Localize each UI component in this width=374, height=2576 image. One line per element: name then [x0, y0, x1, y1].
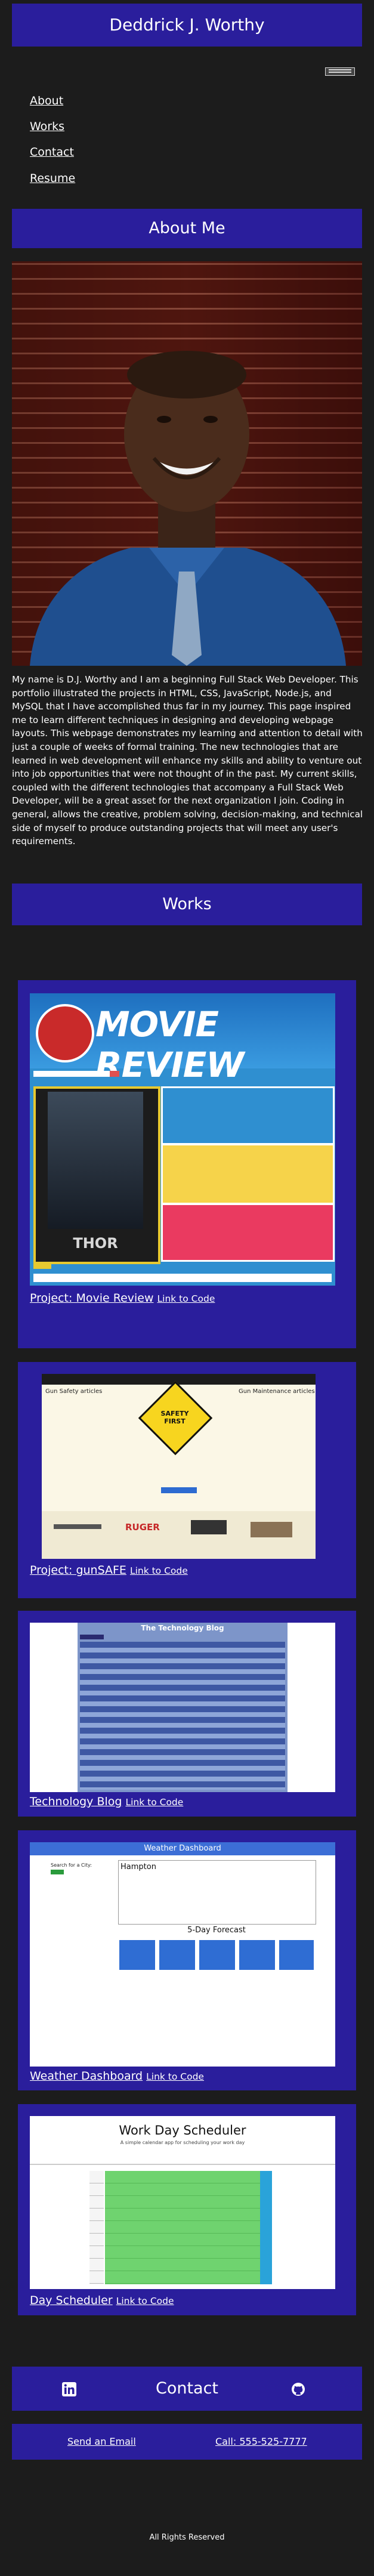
footer-rights: All Rights Reserved [149, 2533, 225, 2542]
day-scheduler-title-link[interactable]: Day Scheduler [30, 2294, 113, 2307]
dashboard-title: Weather Dashboard [30, 1842, 335, 1855]
contact-bar: Contact [12, 2367, 362, 2411]
city-name: Hampton [120, 1862, 156, 1871]
project-card-technology-blog: The Technology Blog Technology Blog Link … [18, 1611, 356, 1817]
nav-resume-link[interactable]: Resume [30, 172, 75, 185]
menu-icon[interactable] [325, 67, 355, 76]
blog-title: The Technology Blog [141, 1624, 224, 1632]
about-heading-text: About Me [149, 219, 225, 237]
brand-logo: RUGER [125, 1522, 160, 1533]
scheduler-title: Work Day Scheduler [119, 2123, 246, 2138]
gun-maintenance-heading: Gun Maintenance articles [239, 1388, 315, 1395]
movie-review-banner: MOVIE REVIEW [95, 1004, 244, 1085]
weather-dashboard-screenshot[interactable]: Weather Dashboard Search for a City: Ham… [30, 1842, 335, 2067]
project-card-movie-review: MOVIE REVIEW THOR Project: Movie Review L… [18, 980, 356, 1348]
site-title: Deddrick J. Worthy [109, 15, 265, 35]
nav-works-link[interactable]: Works [30, 120, 64, 133]
project-card-day-scheduler: Work Day Scheduler A simple calendar app… [18, 2104, 356, 2315]
gunsafe-code-link[interactable]: Link to Code [130, 1565, 188, 1576]
nav-contact-link[interactable]: Contact [30, 146, 74, 159]
works-heading-text: Works [162, 895, 212, 913]
call-phone-link[interactable]: Call: 555-525-7777 [215, 2436, 307, 2447]
technology-blog-screenshot[interactable]: The Technology Blog [30, 1623, 335, 1792]
scheduler-subtitle: A simple calendar app for scheduling you… [120, 2140, 245, 2145]
nav-about-link[interactable]: About [30, 94, 63, 107]
gunsafe-screenshot[interactable]: Gun Safety articles Gun Maintenance arti… [42, 1374, 316, 1559]
movie-review-title-link[interactable]: Project: Movie Review [30, 1292, 154, 1305]
gunsafe-caption: Project: gunSAFE Link to Code [30, 1564, 188, 1577]
movie-review-caption: Project: Movie Review Link to Code [30, 1292, 215, 1305]
linkedin-icon[interactable] [62, 2382, 76, 2396]
weather-dashboard-code-link[interactable]: Link to Code [146, 2071, 204, 2082]
profile-photo [12, 261, 362, 666]
contact-links-bar: Send an Email Call: 555-525-7777 [12, 2424, 362, 2460]
forecast-heading: 5-Day Forecast [187, 1926, 246, 1935]
project-card-gunsafe: Gun Safety articles Gun Maintenance arti… [18, 1362, 356, 1598]
weather-dashboard-title-link[interactable]: Weather Dashboard [30, 2070, 143, 2083]
poster-title: THOR [73, 1235, 118, 1252]
day-scheduler-screenshot[interactable]: Work Day Scheduler A simple calendar app… [30, 2116, 335, 2289]
gunsafe-title-link[interactable]: Project: gunSAFE [30, 1564, 126, 1577]
search-label: Search for a City: [51, 1862, 92, 1868]
technology-blog-title-link[interactable]: Technology Blog [30, 1795, 122, 1808]
technology-blog-caption: Technology Blog Link to Code [30, 1795, 183, 1808]
weather-dashboard-caption: Weather Dashboard Link to Code [30, 2070, 204, 2083]
about-heading: About Me [12, 209, 362, 248]
works-heading: Works [12, 884, 362, 925]
safety-sign-text: SAFETY FIRST [160, 1410, 189, 1425]
movie-review-code-link[interactable]: Link to Code [157, 1293, 215, 1304]
movie-review-screenshot[interactable]: MOVIE REVIEW THOR [30, 993, 335, 1286]
send-email-link[interactable]: Send an Email [67, 2436, 136, 2447]
technology-blog-code-link[interactable]: Link to Code [125, 1797, 183, 1808]
about-bio: My name is D.J. Worthy and I am a beginn… [12, 674, 363, 847]
day-scheduler-caption: Day Scheduler Link to Code [30, 2294, 174, 2307]
project-card-weather-dashboard: Weather Dashboard Search for a City: Ham… [18, 1830, 356, 2090]
day-scheduler-code-link[interactable]: Link to Code [116, 2296, 174, 2306]
site-header: Deddrick J. Worthy [12, 4, 362, 47]
github-icon[interactable] [291, 2382, 305, 2396]
gun-safety-heading: Gun Safety articles [45, 1388, 103, 1395]
